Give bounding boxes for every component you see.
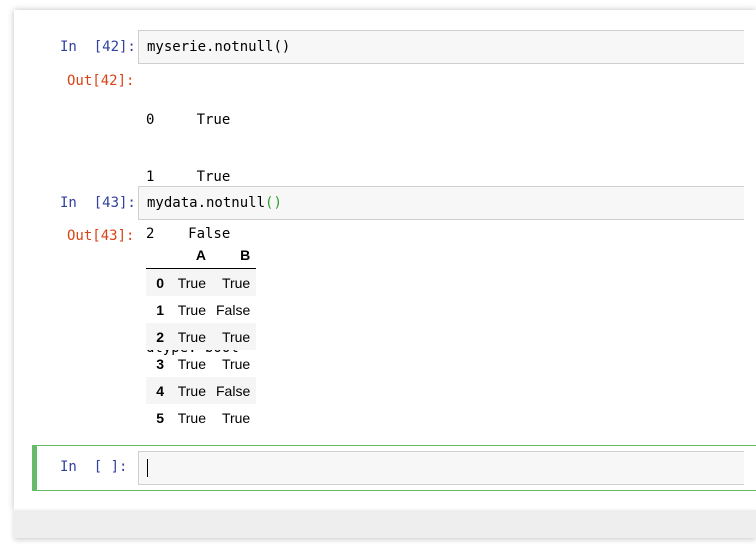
input-prompt-42: In [42]: <box>60 39 136 55</box>
row-index: 5 <box>156 409 164 426</box>
table-row: 1 True False <box>146 296 256 323</box>
cell-b: False <box>216 382 251 399</box>
code-input-43[interactable]: mydata.notnull() <box>138 186 744 220</box>
cell-a: True <box>177 274 206 291</box>
active-cell-indicator <box>32 445 37 491</box>
dataframe-output: A B 0 True True 1 True False 2 True True… <box>146 242 257 431</box>
table-row: 2 True True <box>146 323 257 350</box>
matched-parens: () <box>265 195 282 211</box>
output-line: 1 True <box>146 169 231 185</box>
cell-a: True <box>177 382 206 399</box>
screenshot-frame: In [42]: myserie.notnull() Out[42]: 0 Tr… <box>0 0 756 547</box>
output-prompt-43: Out[43]: <box>67 228 135 244</box>
code-input-42[interactable]: myserie.notnull() <box>138 30 744 64</box>
row-index: 3 <box>156 355 164 372</box>
output-line: 0 True <box>146 112 231 128</box>
cell-b: True <box>221 328 251 345</box>
table-row: 5 True True <box>146 404 256 431</box>
row-index: 1 <box>156 301 164 318</box>
code-input-empty[interactable] <box>138 451 744 485</box>
table-row: 0 True True <box>146 268 257 296</box>
cell-a: True <box>177 409 206 426</box>
row-index: 2 <box>156 328 164 345</box>
cell-b: False <box>216 301 251 318</box>
table-header-row: A B <box>146 242 257 269</box>
column-header-b: B <box>212 242 257 269</box>
output-prompt-42: Out[42]: <box>67 73 135 89</box>
code-text-43: mydata.notnull() <box>147 195 282 211</box>
row-index: 0 <box>156 274 164 291</box>
cell-a: True <box>177 355 206 372</box>
cell-b: True <box>221 274 251 291</box>
table-row: 4 True False <box>146 377 257 404</box>
code-text-42: myserie.notnull() <box>147 39 291 55</box>
table-row: 3 True True <box>146 350 256 377</box>
text-cursor <box>147 459 148 477</box>
notebook-footer <box>14 510 756 538</box>
index-header <box>146 242 172 269</box>
column-header-a: A <box>172 242 212 269</box>
cell-b: True <box>221 355 251 372</box>
row-index: 4 <box>156 382 164 399</box>
input-prompt-43: In [43]: <box>60 195 136 211</box>
cell-a: True <box>177 301 206 318</box>
cell-b: True <box>221 409 251 426</box>
cell-a: True <box>177 328 206 345</box>
input-prompt-empty: In [ ]: <box>60 459 128 475</box>
